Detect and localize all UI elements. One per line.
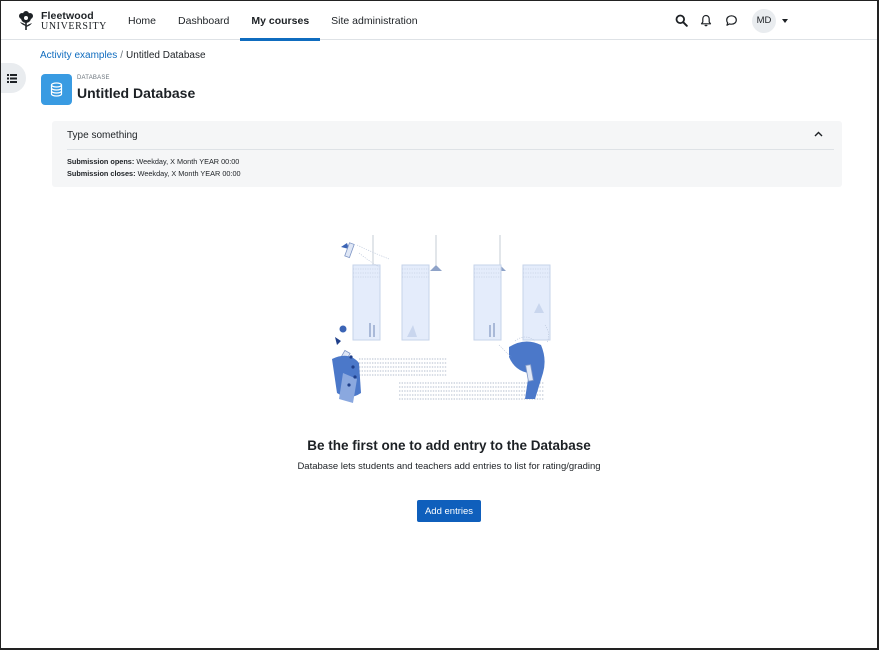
empty-database-illustration bbox=[332, 235, 551, 403]
activity-description: Type something bbox=[67, 130, 138, 141]
user-tools: MD bbox=[669, 1, 788, 40]
add-entries-button[interactable]: Add entries bbox=[417, 500, 481, 522]
nav-my-courses[interactable]: My courses bbox=[240, 1, 320, 41]
course-index-toggle[interactable] bbox=[1, 63, 26, 93]
activity-information: Type something Submission opens: Weekday… bbox=[52, 121, 842, 187]
breadcrumb-current: Untitled Database bbox=[126, 50, 206, 61]
bell-icon[interactable] bbox=[694, 9, 718, 33]
breadcrumb-activity-examples[interactable]: Activity examples bbox=[40, 50, 117, 61]
nav-site-administration[interactable]: Site administration bbox=[320, 1, 428, 40]
submission-opens-label: Submission opens: bbox=[67, 157, 135, 166]
list-icon bbox=[7, 73, 17, 83]
brand-subtitle: UNIVERSITY bbox=[41, 20, 107, 32]
nav-dashboard[interactable]: Dashboard bbox=[167, 1, 240, 40]
chat-icon[interactable] bbox=[719, 9, 743, 33]
breadcrumb: Activity examples / Untitled Database bbox=[40, 50, 206, 61]
submission-opens-row: Submission opens: Weekday, X Month YEAR … bbox=[67, 157, 239, 166]
module-type-label: DATABASE bbox=[77, 75, 110, 81]
rose-emblem-icon bbox=[19, 11, 33, 30]
submission-closes-value: Weekday, X Month YEAR 00:00 bbox=[137, 169, 241, 178]
submission-opens-value: Weekday, X Month YEAR 00:00 bbox=[136, 157, 240, 166]
empty-state-heading: Be the first one to add entry to the Dat… bbox=[307, 438, 591, 453]
primary-navigation: Home Dashboard My courses Site administr… bbox=[117, 1, 429, 41]
search-icon[interactable] bbox=[669, 9, 693, 33]
nav-home[interactable]: Home bbox=[117, 1, 167, 40]
top-navbar: Fleetwood UNIVERSITY Home Dashboard My c… bbox=[1, 1, 877, 41]
divider bbox=[67, 149, 834, 150]
page-frame: Fleetwood UNIVERSITY Home Dashboard My c… bbox=[0, 0, 879, 650]
submission-closes-label: Submission closes: bbox=[67, 169, 136, 178]
user-avatar[interactable]: MD bbox=[752, 8, 776, 33]
brand-name: Fleetwood bbox=[41, 9, 94, 22]
submission-closes-row: Submission closes: Weekday, X Month YEAR… bbox=[67, 169, 241, 178]
brand-logo[interactable]: Fleetwood UNIVERSITY bbox=[15, 10, 107, 32]
breadcrumb-separator: / bbox=[120, 50, 124, 61]
database-icon bbox=[41, 74, 72, 105]
user-menu-chevron-down-icon[interactable] bbox=[782, 18, 788, 23]
page-title: Untitled Database bbox=[77, 85, 196, 101]
chevron-up-icon[interactable] bbox=[814, 131, 823, 137]
empty-state-description: Database lets students and teachers add … bbox=[297, 461, 601, 472]
